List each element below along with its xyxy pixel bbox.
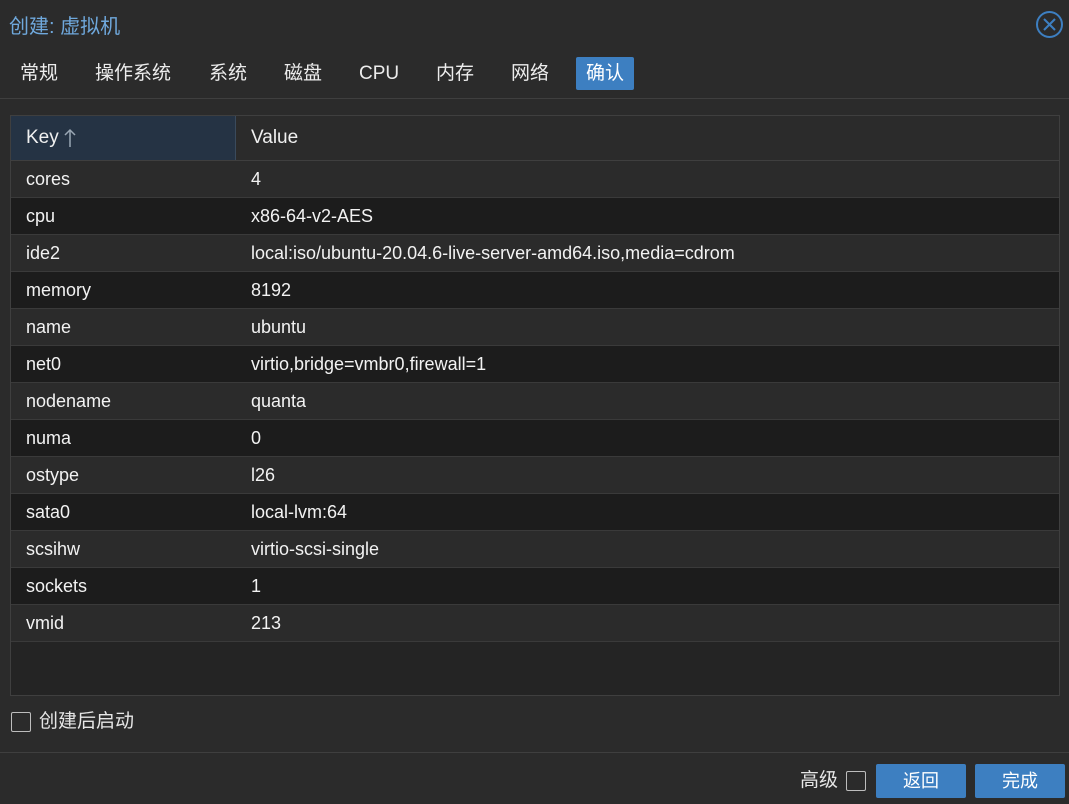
column-header-key[interactable]: Key	[11, 116, 236, 160]
row-key: name	[26, 317, 72, 337]
row-value: x86-64-v2-AES	[251, 206, 374, 226]
row-value: 213	[251, 613, 282, 633]
table-row[interactable]: ide2 local:iso/ubuntu-20.04.6-live-server…	[11, 235, 1059, 272]
row-value: 4	[251, 169, 262, 189]
tab-general[interactable]: 常规	[10, 57, 68, 90]
tab-disks[interactable]: 磁盘	[274, 57, 332, 90]
close-icon	[1043, 18, 1056, 31]
table-row[interactable]: cores 4	[11, 161, 1059, 198]
advanced-label: 高级	[800, 770, 839, 791]
table-row[interactable]: net0 virtio,bridge=vmbr0,firewall=1	[11, 346, 1059, 383]
column-header-key-label: Key	[26, 127, 59, 148]
row-value: local:iso/ubuntu-20.04.6-live-server-amd…	[251, 243, 735, 263]
tab-confirm[interactable]: 确认	[576, 57, 635, 90]
tab-system[interactable]: 系统	[199, 57, 257, 90]
row-key: ide2	[26, 243, 61, 263]
table-row[interactable]: cpu x86-64-v2-AES	[11, 198, 1059, 235]
back-button[interactable]: 返回	[876, 764, 966, 798]
tab-network[interactable]: 网络	[501, 57, 559, 90]
row-value: 1	[251, 576, 262, 596]
close-button[interactable]	[1036, 11, 1063, 38]
table-row[interactable]: memory 8192	[11, 272, 1059, 309]
table-row[interactable]: nodename quanta	[11, 383, 1059, 420]
row-key: nodename	[26, 391, 112, 411]
finish-button[interactable]: 完成	[975, 764, 1065, 798]
row-key: numa	[26, 428, 72, 448]
column-header-value[interactable]: Value	[236, 116, 1059, 160]
row-value: l26	[251, 465, 276, 485]
row-value: ubuntu	[251, 317, 307, 337]
start-after-create-label: 创建后启动	[39, 711, 135, 732]
row-key: net0	[26, 354, 62, 374]
row-value: 0	[251, 428, 262, 448]
row-key: vmid	[26, 613, 65, 633]
create-vm-dialog: 创建: 虚拟机 常规 操作系统 系统 磁盘 CPU 内存 网络 确认 Key V…	[0, 0, 1069, 804]
row-key: cpu	[26, 206, 56, 226]
table-row[interactable]: sockets 1	[11, 568, 1059, 605]
dialog-title: 创建: 虚拟机	[9, 16, 121, 38]
summary-grid: Key Value cores 4 cpu x86-64-v2-AES ide2 loca…	[10, 115, 1060, 696]
title-bar: 创建: 虚拟机	[0, 0, 1069, 48]
grid-header: Key Value	[11, 116, 1059, 161]
start-after-create-box[interactable]	[11, 712, 31, 732]
row-value: local-lvm:64	[251, 502, 348, 522]
tab-memory[interactable]: 内存	[426, 57, 484, 90]
row-key: sockets	[26, 576, 88, 596]
table-row[interactable]: vmid 213	[11, 605, 1059, 642]
table-row[interactable]: scsihw virtio-scsi-single	[11, 531, 1059, 568]
row-value: 8192	[251, 280, 292, 300]
grid-body: cores 4 cpu x86-64-v2-AES ide2 local:iso/ubun…	[11, 161, 1059, 642]
tab-os[interactable]: 操作系统	[85, 57, 181, 90]
footer-divider	[0, 752, 1069, 753]
row-value: virtio,bridge=vmbr0,firewall=1	[251, 354, 487, 374]
row-key: ostype	[26, 465, 80, 485]
wizard-tabs: 常规 操作系统 系统 磁盘 CPU 内存 网络 确认	[0, 54, 1069, 94]
table-row[interactable]: ostype l26	[11, 457, 1059, 494]
row-key: cores	[26, 169, 71, 189]
advanced-checkbox[interactable]	[846, 771, 866, 791]
arrow-up-icon	[64, 128, 76, 147]
tab-cpu[interactable]: CPU	[349, 57, 409, 90]
row-value: virtio-scsi-single	[251, 539, 380, 559]
row-value: quanta	[251, 391, 307, 411]
table-row[interactable]: numa 0	[11, 420, 1059, 457]
table-row[interactable]: sata0 local-lvm:64	[11, 494, 1059, 531]
row-key: memory	[26, 280, 92, 300]
tab-divider	[0, 98, 1069, 99]
row-key: scsihw	[26, 539, 81, 559]
table-row[interactable]: name ubuntu	[11, 309, 1059, 346]
row-key: sata0	[26, 502, 71, 522]
